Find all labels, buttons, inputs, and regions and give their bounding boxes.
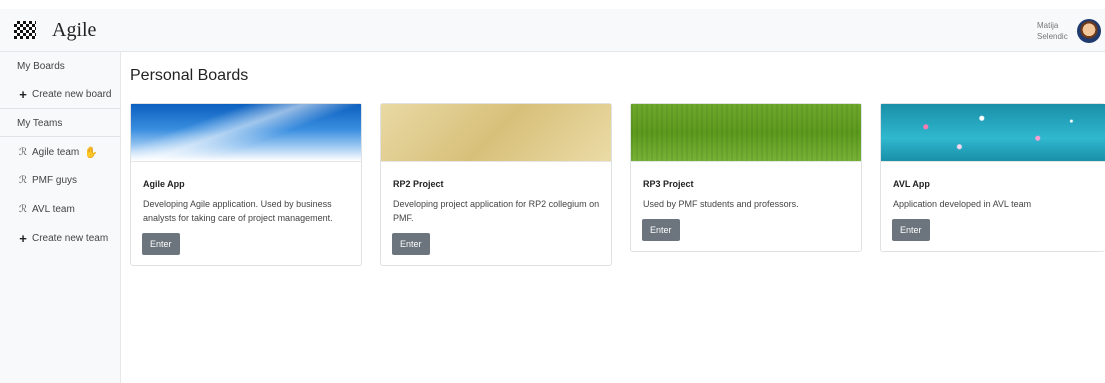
team-icon: ℛ	[19, 203, 27, 215]
sidebar-item-pmf-guys[interactable]: ℛ PMF guys	[0, 166, 121, 194]
board-banner-image	[381, 104, 611, 162]
checkerboard-logo-icon[interactable]	[14, 21, 36, 39]
board-card: RP2 Project Developing project applicati…	[380, 103, 612, 266]
avatar[interactable]	[1077, 19, 1101, 43]
board-description: Developing Agile application. Used by bu…	[143, 199, 333, 223]
sidebar-item-label: Create new board	[32, 88, 112, 100]
create-team-button[interactable]: + Create new team	[0, 224, 121, 252]
sidebar-item-avl-team[interactable]: ℛ AVL team	[0, 195, 121, 223]
enter-button[interactable]: Enter	[642, 219, 680, 241]
board-description: Developing project application for RP2 c…	[393, 199, 600, 223]
team-icon: ℛ	[19, 174, 27, 186]
board-card: Agile App Developing Agile application. …	[130, 103, 362, 266]
sidebar-item-label: My Boards	[17, 60, 65, 72]
team-icon: ℛ	[19, 146, 27, 158]
plus-icon: +	[19, 230, 27, 246]
board-banner-image	[881, 104, 1105, 162]
user-last-name: Selendic	[1037, 32, 1068, 41]
sidebar-my-boards-heading[interactable]: My Boards	[0, 52, 121, 80]
sidebar: My Boards + Create new board My Teams ℛ …	[0, 52, 121, 383]
app-title[interactable]: Agile	[52, 19, 96, 42]
board-banner-image	[631, 104, 861, 162]
board-description: Application developed in AVL team	[893, 199, 1032, 209]
user-first-name: Matija	[1037, 21, 1059, 30]
board-title: RP3 Project	[643, 179, 694, 189]
board-card: RP3 Project Used by PMF students and pro…	[630, 103, 862, 252]
sidebar-item-agile-team[interactable]: ℛ Agile team ✋	[0, 138, 121, 166]
board-title: RP2 Project	[393, 179, 444, 189]
sidebar-item-label: AVL team	[32, 203, 75, 215]
board-title: Agile App	[143, 179, 185, 189]
hand-icon: ✋	[84, 146, 98, 159]
board-card: AVL App Application developed in AVL tea…	[880, 103, 1105, 252]
sidebar-my-teams-heading[interactable]: My Teams	[0, 109, 121, 137]
enter-button[interactable]: Enter	[892, 219, 930, 241]
board-title: AVL App	[893, 179, 930, 189]
enter-button[interactable]: Enter	[142, 233, 180, 255]
page-title: Personal Boards	[130, 67, 249, 84]
enter-button[interactable]: Enter	[392, 233, 430, 255]
user-name[interactable]: Matija Selendic	[1037, 20, 1068, 42]
sidebar-item-label: Create new team	[32, 232, 109, 244]
board-description: Used by PMF students and professors.	[643, 199, 799, 209]
sidebar-item-label: My Teams	[17, 117, 63, 129]
sidebar-divider	[0, 136, 121, 137]
sidebar-item-label: PMF guys	[32, 174, 78, 186]
create-board-button[interactable]: + Create new board	[0, 80, 121, 108]
board-banner-image	[131, 104, 361, 162]
sidebar-item-label: Agile team	[32, 146, 80, 158]
plus-icon: +	[19, 86, 27, 102]
top-navbar: Agile Matija Selendic	[0, 9, 1105, 52]
